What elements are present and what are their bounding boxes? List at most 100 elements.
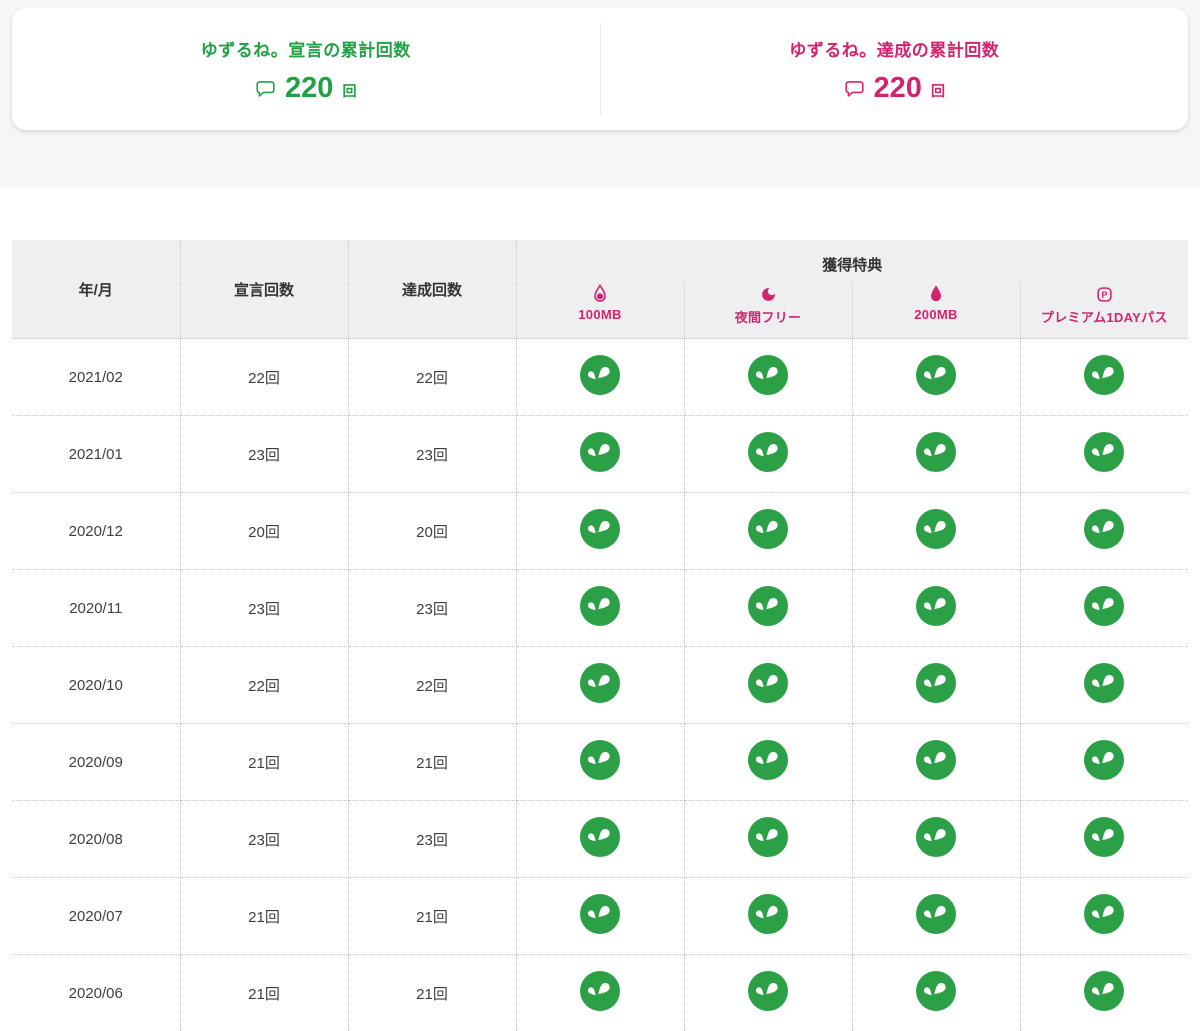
- yuzurune-achieved-icon: [580, 432, 620, 476]
- column-header-rewards-group: 獲得特典: [516, 240, 1188, 282]
- reward-night-free-cell: [684, 570, 852, 647]
- yuzurune-achieved-icon: [748, 740, 788, 784]
- yuzurune-achieved-icon: [580, 355, 620, 399]
- reward-100mb-cell: [516, 801, 684, 878]
- achieved-count-cell: 23回: [348, 570, 516, 647]
- table-row: 2020/11 23回 23回: [12, 570, 1188, 647]
- reward-200mb-cell: [852, 416, 1020, 493]
- yuzurune-achieved-icon: [580, 740, 620, 784]
- reward-night-free-cell: [684, 339, 852, 416]
- month-cell: 2021/01: [12, 416, 180, 493]
- declared-total-unit: 回: [342, 75, 356, 101]
- yuzurune-achieved-icon: [1084, 509, 1124, 553]
- table-body: 2021/02 22回 22回 2021/01 23回 23回: [12, 339, 1188, 1031]
- reward-night-free-cell: [684, 878, 852, 955]
- droplet-filled-icon: [928, 283, 944, 303]
- history-table: 年/月 宣言回数 達成回数 獲得特典 100MB: [12, 240, 1188, 1031]
- column-header-premium-pass: P プレミアム1DAYパス: [1020, 282, 1188, 339]
- yuzurune-achieved-icon: [916, 971, 956, 1015]
- table-row: 2020/12 20回 20回: [12, 493, 1188, 570]
- yuzurune-achieved-icon: [748, 894, 788, 938]
- declared-count-cell: 23回: [180, 801, 348, 878]
- reward-200mb-cell: [852, 724, 1020, 801]
- yuzurune-achieved-icon: [1084, 971, 1124, 1015]
- yuzurune-achieved-icon: [1084, 817, 1124, 861]
- achieved-count-cell: 22回: [348, 647, 516, 724]
- achieved-count-cell: 20回: [348, 493, 516, 570]
- table-row: 2020/07 21回 21回: [12, 878, 1188, 955]
- reward-200mb-cell: [852, 570, 1020, 647]
- yuzurune-achieved-icon: [748, 817, 788, 861]
- achieved-total-value-row: 220 回: [844, 74, 945, 103]
- reward-premium-pass-cell: [1020, 801, 1188, 878]
- reward-night-free-cell: [684, 724, 852, 801]
- yuzurune-achieved-icon: [748, 509, 788, 553]
- reward-premium-pass-cell: [1020, 416, 1188, 493]
- yuzurune-achieved-icon: [1084, 586, 1124, 630]
- yuzurune-achieved-icon: [916, 817, 956, 861]
- reward-premium-pass-cell: [1020, 570, 1188, 647]
- reward-premium-pass-cell: [1020, 339, 1188, 416]
- yuzurune-achieved-icon: [916, 432, 956, 476]
- achieved-total-panel: ゆずるね。達成の累計回数 220 回: [601, 8, 1189, 130]
- reward-night-free-cell: [684, 801, 852, 878]
- declared-count-cell: 23回: [180, 570, 348, 647]
- reward-100mb-cell: [516, 493, 684, 570]
- premium-1day-pass-icon: P: [1096, 283, 1113, 303]
- yuzurune-achieved-icon: [916, 740, 956, 784]
- month-cell: 2020/11: [12, 570, 180, 647]
- declared-total-label: ゆずるね。宣言の累計回数: [201, 36, 411, 61]
- declared-count-cell: 21回: [180, 878, 348, 955]
- yuzurune-achieved-icon: [916, 663, 956, 707]
- moon-icon: [760, 283, 777, 303]
- yuzurune-achieved-icon: [1084, 432, 1124, 476]
- month-cell: 2021/02: [12, 339, 180, 416]
- yuzurune-achieved-icon: [1084, 894, 1124, 938]
- declared-count-cell: 22回: [180, 339, 348, 416]
- table-row: 2020/10 22回 22回: [12, 647, 1188, 724]
- column-header-declared: 宣言回数: [180, 240, 348, 339]
- summary-section: ゆずるね。宣言の累計回数 220 回 ゆずるね。達成の累計回数 220 回: [0, 0, 1200, 187]
- yuzurune-achieved-icon: [916, 355, 956, 399]
- reward-100mb-cell: [516, 724, 684, 801]
- yuzurune-achieved-icon: [1084, 740, 1124, 784]
- achieved-total-value: 220: [874, 74, 922, 103]
- yuzurune-achieved-icon: [916, 586, 956, 630]
- declared-count-cell: 21回: [180, 724, 348, 801]
- yuzurune-achieved-icon: [1084, 663, 1124, 707]
- declared-count-cell: 23回: [180, 416, 348, 493]
- yuzurune-achieved-icon: [916, 894, 956, 938]
- reward-200mb-cell: [852, 647, 1020, 724]
- month-cell: 2020/12: [12, 493, 180, 570]
- achieved-count-cell: 21回: [348, 878, 516, 955]
- yuzurune-achieved-icon: [748, 355, 788, 399]
- yuzurune-achieved-icon: [580, 817, 620, 861]
- yuzurune-achieved-icon: [580, 894, 620, 938]
- history-table-section: 年/月 宣言回数 達成回数 獲得特典 100MB: [12, 240, 1188, 1031]
- reward-night-free-cell: [684, 416, 852, 493]
- declared-total-value-row: 220 回: [255, 74, 356, 103]
- month-cell: 2020/08: [12, 801, 180, 878]
- reward-premium-pass-cell: [1020, 724, 1188, 801]
- yuzurune-achieved-icon: [916, 509, 956, 553]
- column-header-reward-100mb: 100MB: [516, 282, 684, 339]
- history-table-header: 年/月 宣言回数 達成回数 獲得特典 100MB: [12, 240, 1188, 339]
- column-header-reward-200mb: 200MB: [852, 282, 1020, 339]
- table-row: 2020/09 21回 21回: [12, 724, 1188, 801]
- reward-100mb-cell: [516, 647, 684, 724]
- declared-count-cell: 22回: [180, 647, 348, 724]
- table-row: 2020/08 23回 23回: [12, 801, 1188, 878]
- yuzurune-achieved-icon: [748, 971, 788, 1015]
- month-cell: 2020/07: [12, 878, 180, 955]
- yuzurune-achieved-icon: [580, 586, 620, 630]
- yuzurune-achieved-icon: [748, 663, 788, 707]
- month-cell: 2020/10: [12, 647, 180, 724]
- yuzurune-achieved-icon: [580, 509, 620, 553]
- reward-night-free-cell: [684, 493, 852, 570]
- yuzurune-achieved-icon: [748, 432, 788, 476]
- month-cell: 2020/09: [12, 724, 180, 801]
- yuzurune-achieved-icon: [580, 663, 620, 707]
- reward-premium-pass-cell: [1020, 493, 1188, 570]
- reward-night-free-cell: [684, 647, 852, 724]
- reward-100mb-cell: [516, 878, 684, 955]
